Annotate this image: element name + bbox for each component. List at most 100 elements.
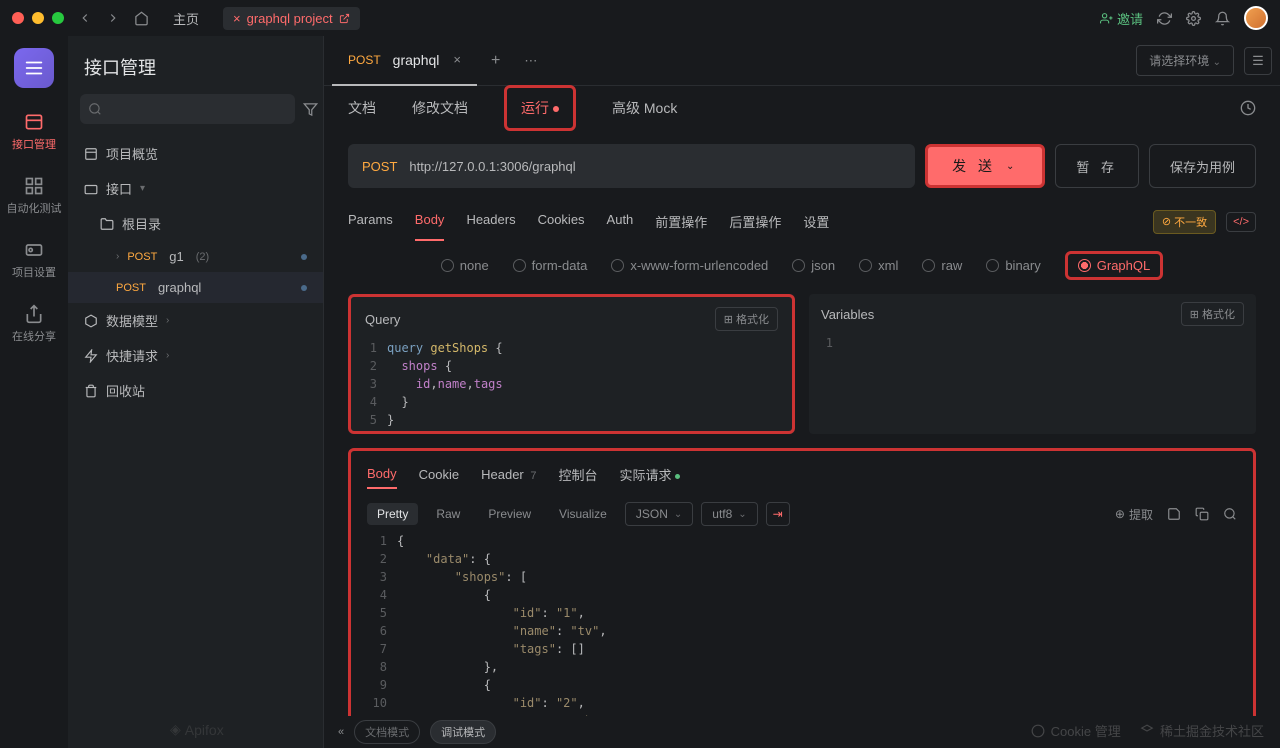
chevron-right-icon: ›: [166, 315, 169, 326]
close-window[interactable]: [12, 12, 24, 24]
param-tab-headers[interactable]: Headers: [466, 202, 515, 241]
request-tab[interactable]: POST graphql ×: [332, 36, 477, 86]
query-editor[interactable]: 12345 query getShops { shops { id,name,t…: [353, 339, 790, 429]
resp-tab-actual[interactable]: 实际请求: [620, 459, 680, 490]
invite-button[interactable]: 邀请: [1100, 9, 1143, 28]
body-type-none[interactable]: none: [441, 258, 489, 273]
tab-doc[interactable]: 文档: [348, 86, 376, 130]
filter-icon[interactable]: [303, 94, 318, 124]
extract-button[interactable]: ⊕ 提取: [1115, 506, 1153, 523]
url-input[interactable]: POST http://127.0.0.1:3006/graphql: [348, 144, 915, 188]
add-tab[interactable]: +: [477, 52, 514, 70]
bell-icon[interactable]: [1215, 11, 1230, 26]
refresh-icon[interactable]: [1157, 11, 1172, 26]
mode-visualize[interactable]: Visualize: [549, 503, 617, 525]
nav-settings[interactable]: 项目设置: [6, 232, 62, 288]
mode-preview[interactable]: Preview: [478, 503, 541, 525]
code-gen-button[interactable]: </>: [1226, 212, 1256, 232]
sidebar-graphql[interactable]: POST graphql: [68, 272, 323, 303]
sidebar-overview[interactable]: 项目概览: [68, 136, 323, 171]
wrap-icon[interactable]: ⇥: [766, 502, 790, 526]
folder-icon: [100, 217, 114, 231]
close-tab-icon[interactable]: ×: [233, 11, 241, 26]
body-type-raw[interactable]: raw: [922, 258, 962, 273]
copy-icon[interactable]: [1195, 507, 1209, 521]
body-type-json[interactable]: json: [792, 258, 835, 273]
param-tab-前置操作[interactable]: 前置操作: [655, 202, 707, 241]
mode-pretty[interactable]: Pretty: [367, 503, 418, 525]
home-icon[interactable]: [134, 11, 149, 26]
variables-editor[interactable]: 1: [809, 334, 1256, 352]
maximize-window[interactable]: [52, 12, 64, 24]
body-type-x-www-form-urlencoded[interactable]: x-www-form-urlencoded: [611, 258, 768, 273]
automation-icon: [24, 176, 44, 196]
sidebar-data-model[interactable]: 数据模型 ›: [68, 303, 323, 338]
send-button[interactable]: 发 送 ⌄: [925, 144, 1045, 188]
content: POST graphql × + ⋯ 请选择环境 ⌄ ☰ 文档 修改文档 运行 …: [324, 36, 1280, 748]
project-tab[interactable]: × graphql project: [223, 7, 360, 30]
param-tab-设置[interactable]: 设置: [803, 202, 829, 241]
iconbar: 接口管理 自动化测试 项目设置 在线分享: [0, 36, 68, 748]
debug-mode-button[interactable]: 调试模式: [430, 720, 496, 744]
sidebar-quick[interactable]: 快捷请求 ›: [68, 338, 323, 373]
resp-tab-header[interactable]: Header 7: [481, 461, 536, 488]
search-input[interactable]: [80, 94, 295, 124]
resp-tab-cookie[interactable]: Cookie: [419, 461, 459, 488]
collapse-icon[interactable]: «: [338, 726, 344, 738]
save-button[interactable]: 暂 存: [1055, 144, 1139, 188]
forward-icon[interactable]: [106, 11, 120, 25]
sidebar-trash[interactable]: 回收站: [68, 373, 323, 408]
sidebar-title: 接口管理: [68, 36, 323, 94]
param-tab-cookies[interactable]: Cookies: [538, 202, 585, 241]
model-icon: [84, 314, 98, 328]
sidebar-root[interactable]: 根目录: [68, 206, 323, 241]
nav-api[interactable]: 接口管理: [6, 104, 62, 160]
env-select[interactable]: 请选择环境 ⌄: [1136, 45, 1234, 76]
chevron-right-icon: ›: [116, 251, 119, 262]
nav-automation[interactable]: 自动化测试: [6, 168, 62, 224]
save-response-icon[interactable]: [1167, 507, 1181, 521]
warn-badge[interactable]: ⊘ 不一致: [1153, 210, 1216, 234]
param-tab-params[interactable]: Params: [348, 202, 393, 241]
save-as-case-button[interactable]: 保存为用例: [1149, 144, 1256, 188]
chevron-down-icon[interactable]: ⌄: [1006, 161, 1018, 172]
sidebar-api[interactable]: 接口 ▾: [68, 171, 323, 206]
nav-share[interactable]: 在线分享: [6, 296, 62, 352]
gear-icon[interactable]: [1186, 11, 1201, 26]
tab-edit-doc[interactable]: 修改文档: [412, 86, 468, 130]
tab-run[interactable]: 运行: [504, 85, 576, 131]
format-select[interactable]: JSON ⌄: [625, 502, 693, 526]
close-icon[interactable]: ×: [453, 52, 461, 67]
mode-raw[interactable]: Raw: [426, 503, 470, 525]
doc-mode-button[interactable]: 文档模式: [354, 720, 420, 744]
sidebar-g1[interactable]: › POST g1 (2): [68, 241, 323, 272]
param-tab-后置操作[interactable]: 后置操作: [729, 202, 781, 241]
overview-icon: [84, 147, 98, 161]
more-tabs[interactable]: ⋯: [514, 53, 547, 69]
history-icon[interactable]: [1240, 100, 1256, 116]
body-type-form-data[interactable]: form-data: [513, 258, 588, 273]
minimize-window[interactable]: [32, 12, 44, 24]
bolt-icon: [84, 349, 98, 363]
home-tab[interactable]: 主页: [163, 5, 209, 32]
window-controls: [12, 12, 64, 24]
api-icon: [24, 112, 44, 132]
resp-tab-console[interactable]: 控制台: [559, 459, 598, 490]
param-tab-body[interactable]: Body: [415, 202, 445, 241]
tab-mock[interactable]: 高级 Mock: [612, 86, 677, 130]
format-button[interactable]: ⊞ 格式化: [715, 307, 778, 331]
encoding-select[interactable]: utf8 ⌄: [701, 502, 757, 526]
chevron-right-icon: ›: [166, 350, 169, 361]
body-type-binary[interactable]: binary: [986, 258, 1040, 273]
back-icon[interactable]: [78, 11, 92, 25]
resp-tab-body[interactable]: Body: [367, 460, 397, 489]
app-logo[interactable]: [14, 48, 54, 88]
body-type-graphql[interactable]: GraphQL: [1065, 251, 1163, 280]
body-type-xml[interactable]: xml: [859, 258, 898, 273]
panel-menu[interactable]: ☰: [1244, 47, 1272, 75]
search-icon[interactable]: [1223, 507, 1237, 521]
param-tab-auth[interactable]: Auth: [607, 202, 634, 241]
format-button[interactable]: ⊞ 格式化: [1181, 302, 1244, 326]
modified-dot: [301, 254, 307, 260]
avatar[interactable]: [1244, 6, 1268, 30]
